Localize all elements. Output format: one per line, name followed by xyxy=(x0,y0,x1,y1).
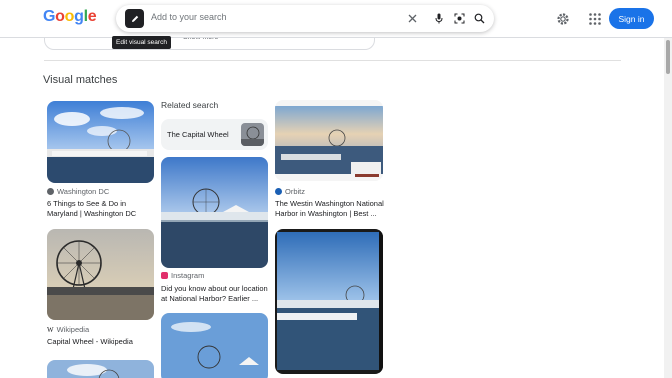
settings-gear-icon[interactable] xyxy=(555,11,571,27)
section-title-visual-matches: Visual matches xyxy=(43,74,118,86)
search-box[interactable]: Add to your search xyxy=(116,5,494,32)
result-image[interactable] xyxy=(161,313,268,378)
result-source[interactable]: Washington DC xyxy=(47,187,109,196)
scrollbar-thumb[interactable] xyxy=(666,40,670,74)
result-title[interactable]: The Westin Washington National Harbor in… xyxy=(275,199,385,219)
section-divider xyxy=(44,60,621,61)
logo-letter: o xyxy=(64,8,75,25)
logo-letter: o xyxy=(55,8,65,25)
orbitz-icon xyxy=(275,188,282,195)
result-source-label: Washington DC xyxy=(57,187,110,196)
result-title[interactable]: Did you know about our location at Natio… xyxy=(161,284,271,304)
pencil-icon xyxy=(131,15,138,22)
search-icon[interactable] xyxy=(472,11,487,26)
related-search-thumbnail xyxy=(241,123,264,146)
clear-icon[interactable] xyxy=(405,11,420,26)
instagram-icon xyxy=(161,272,168,279)
result-title[interactable]: Capital Wheel - Wikipedia xyxy=(47,337,157,347)
globe-icon xyxy=(47,188,54,195)
result-source-label: Instagram xyxy=(171,271,205,280)
result-source[interactable]: Instagram xyxy=(161,271,204,280)
logo-letter: G xyxy=(43,8,56,25)
result-image[interactable] xyxy=(47,360,154,378)
result-source[interactable]: W Wikipedia xyxy=(47,325,89,334)
related-search-chip[interactable]: The Capital Wheel xyxy=(161,119,268,150)
edit-visual-search-button[interactable] xyxy=(125,9,144,28)
related-search-label: Related search xyxy=(161,100,219,110)
logo-letter: g xyxy=(74,8,84,25)
related-search-chip-label: The Capital Wheel xyxy=(167,130,229,139)
result-source-label: Orbitz xyxy=(285,187,306,196)
result-image-wikipedia[interactable] xyxy=(47,229,154,320)
header: Google Add to your search Sign in xyxy=(0,0,672,38)
edit-visual-search-tooltip: Edit visual search xyxy=(112,36,171,49)
search-input[interactable]: Add to your search xyxy=(151,12,227,22)
lens-camera-icon[interactable] xyxy=(452,11,467,26)
result-image[interactable] xyxy=(275,229,383,374)
apps-grid-icon[interactable] xyxy=(587,11,603,27)
microphone-icon[interactable] xyxy=(431,11,446,26)
sign-in-button[interactable]: Sign in xyxy=(609,8,654,29)
scrollbar-track[interactable] xyxy=(664,38,672,378)
result-source-label: Wikipedia xyxy=(56,325,90,334)
wikipedia-icon: W xyxy=(47,325,54,334)
logo-letter: e xyxy=(87,8,97,25)
result-image-instagram[interactable] xyxy=(161,157,268,268)
result-source[interactable]: Orbitz xyxy=(275,187,305,196)
result-image-orbitz[interactable] xyxy=(275,100,383,181)
result-title[interactable]: 6 Things to See & Do in Maryland | Washi… xyxy=(47,199,157,219)
result-image-washington-dc[interactable] xyxy=(47,101,154,183)
google-logo[interactable]: Google xyxy=(43,8,97,26)
